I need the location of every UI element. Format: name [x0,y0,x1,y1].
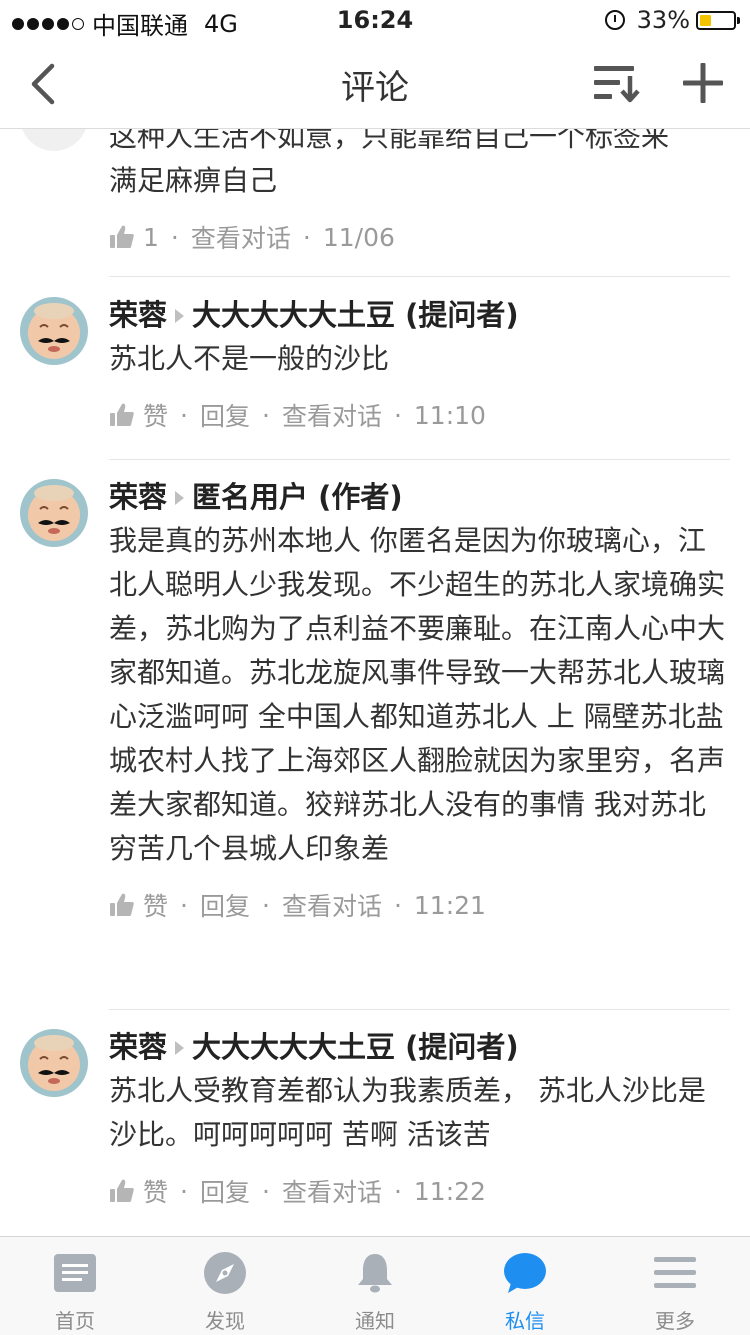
reply-button[interactable]: 回复 [200,1173,250,1209]
battery-percent: 33% [636,6,690,34]
reply-button[interactable]: 回复 [200,887,250,923]
add-icon[interactable] [680,60,726,106]
author-name[interactable]: 荣蓉 [109,298,167,332]
author-name[interactable]: 荣蓉 [109,480,167,514]
divider [109,276,730,277]
reply-to-name[interactable]: 匿名用户 (作者) [192,480,403,514]
comment-header: 荣蓉 大大大大大土豆 (提问者) [109,295,730,335]
comment-text: 我是真的苏州本地人 你匿名是因为你玻璃心，江北人聪明人少我发现。不少超生的苏北人… [109,524,726,865]
comment-time: 11:21 [413,890,486,920]
comment-time: 11:22 [413,1176,486,1206]
status-right: 33% [604,6,740,34]
tab-discover[interactable]: 发现 [150,1237,300,1335]
comment-time: 11:10 [413,400,486,430]
thumbs-up-icon[interactable] [109,1178,135,1204]
avatar-image [20,479,88,547]
view-conversation-link[interactable]: 查看对话 [282,1173,382,1209]
sort-icon[interactable] [592,62,642,104]
comment-time: 11/06 [322,222,395,252]
like-button[interactable]: 赞 [143,1173,168,1209]
bell-icon [358,1254,392,1293]
comment-meta: 1 · 查看对话 · 11/06 [109,217,730,257]
view-conversation-link[interactable]: 查看对话 [282,397,382,433]
tab-bar: 首页 发现 通知 私信 更多 [0,1236,750,1335]
comment-text: 苏北人受教育差都认为我素质差， 苏北人沙比是沙比。呵呵呵呵呵 苦啊 活该苦 [109,1074,706,1151]
comment-text: 这种人生活不如意，只能靠给自己一个标签来 满足麻痹自己 [109,129,670,197]
like-count[interactable]: 1 [143,223,159,252]
thumbs-up-icon[interactable] [109,892,135,918]
comment-text: 苏北人不是一般的沙比 [109,342,390,375]
thumbs-up-icon[interactable] [109,402,135,428]
divider [109,459,730,460]
tab-notifications[interactable]: 通知 [300,1237,450,1335]
status-bar: 中国联通 4G 16:24 33% [0,0,750,40]
author-name[interactable]: 荣蓉 [109,1030,167,1064]
chat-bubble-icon [504,1253,546,1293]
tab-label: 通知 [355,1309,395,1333]
reply-button[interactable]: 回复 [200,397,250,433]
reply-to-name[interactable]: 大大大大大土豆 (提问者) [192,1030,519,1064]
comment-meta: 赞 · 回复 · 查看对话 · 11:22 [109,1171,730,1211]
battery-icon [696,10,740,30]
reply-arrow-icon [175,490,185,505]
avatar[interactable] [20,479,88,547]
reply-arrow-icon [175,1040,185,1055]
tab-label: 首页 [55,1309,95,1333]
comment-meta: 赞 · 回复 · 查看对话 · 11:10 [109,395,730,435]
comment-meta: 赞 · 回复 · 查看对话 · 11:21 [109,885,730,925]
tab-more[interactable]: 更多 [600,1237,750,1335]
like-button[interactable]: 赞 [143,397,168,433]
home-icon [54,1254,96,1292]
tab-label: 更多 [655,1309,695,1333]
tab-home[interactable]: 首页 [0,1237,150,1335]
avatar[interactable] [20,129,88,151]
reply-to-name[interactable]: 大大大大大土豆 (提问者) [192,298,519,332]
thumbs-up-icon[interactable] [109,224,135,250]
view-conversation-link[interactable]: 查看对话 [282,887,382,923]
tab-label: 发现 [205,1309,245,1333]
view-conversation-link[interactable]: 查看对话 [191,219,291,255]
avatar-image [20,1029,88,1097]
comment-header: 荣蓉 匿名用户 (作者) [109,477,730,517]
avatar-image [20,297,88,365]
reply-arrow-icon [175,308,185,323]
comment-list: 这种人生活不如意，只能靠给自己一个标签来 满足麻痹自己 1 · 查看对话 · 1… [0,129,750,1236]
divider [109,1009,730,1010]
avatar[interactable] [20,1029,88,1097]
menu-icon [654,1257,696,1288]
tab-messages[interactable]: 私信 [450,1237,600,1335]
like-button[interactable]: 赞 [143,887,168,923]
nav-bar: 评论 [0,40,750,129]
tab-label: 私信 [505,1309,545,1333]
alarm-icon [604,10,625,30]
compass-icon [204,1252,246,1294]
avatar[interactable] [20,297,88,365]
comment-header: 荣蓉 大大大大大土豆 (提问者) [109,1027,730,1067]
